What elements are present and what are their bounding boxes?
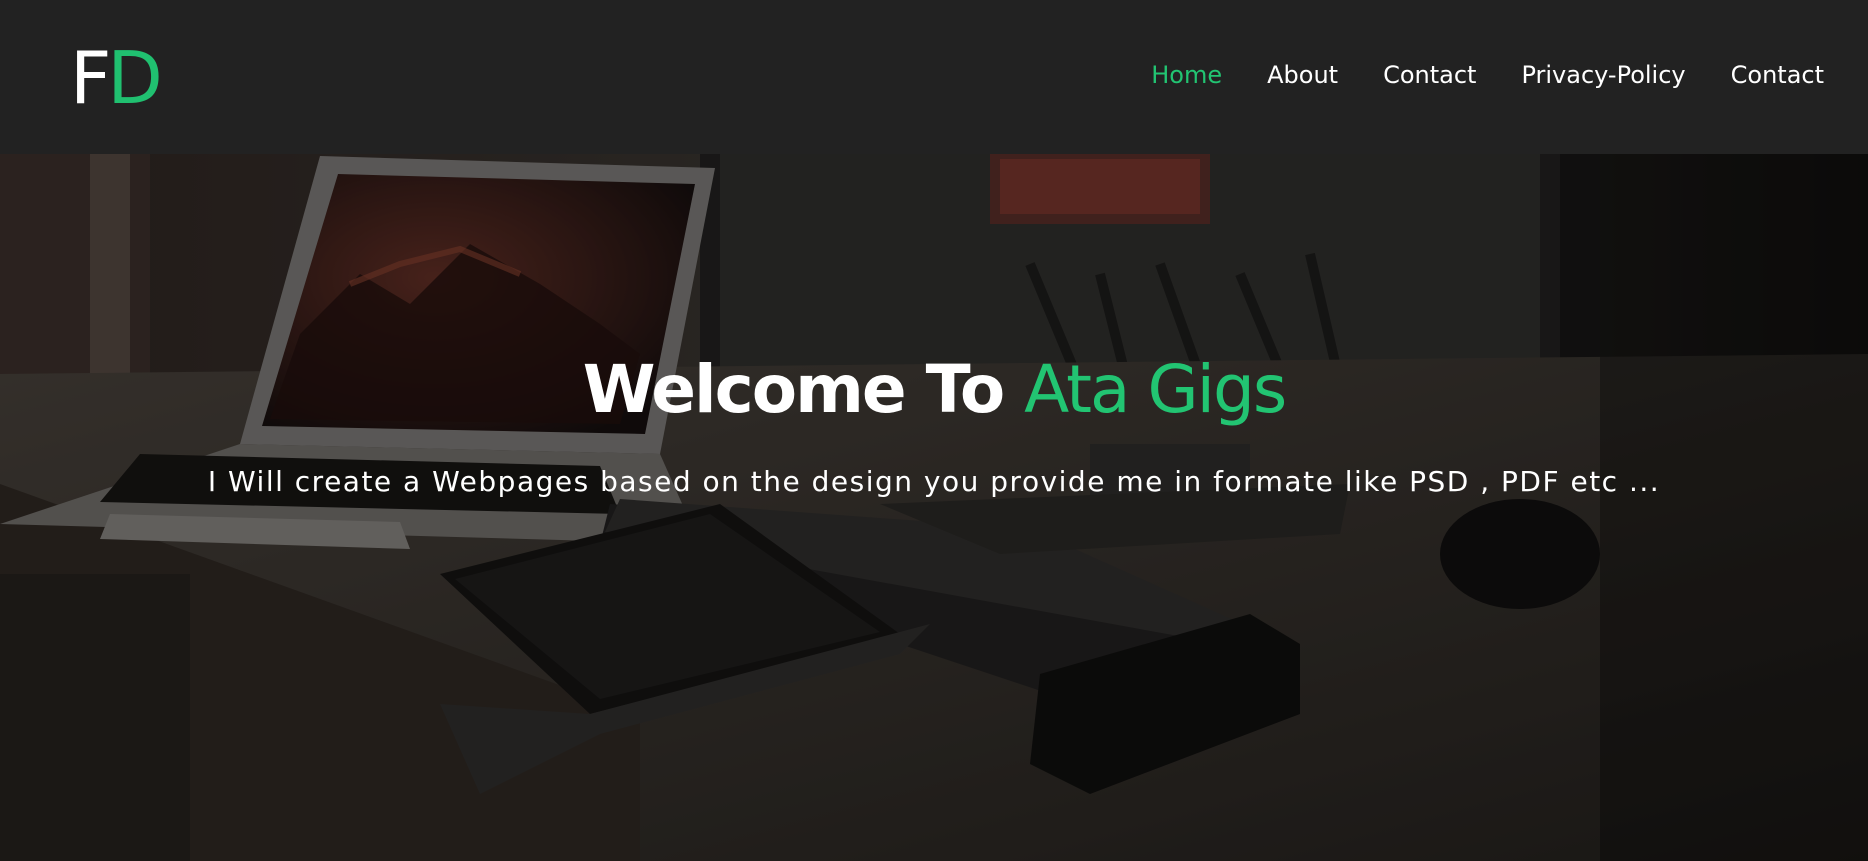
navbar: FD Home About Contact Privacy-Policy Con… [0, 0, 1868, 154]
main-nav: Home About Contact Privacy-Policy Contac… [1151, 56, 1824, 94]
hero-background-image [0, 154, 1868, 861]
hero-title: Welcome To Ata Gigs [0, 350, 1868, 430]
logo-letter-d: D [107, 36, 162, 120]
hero-title-prefix: Welcome To [582, 351, 1005, 428]
hero-subtitle: I Will create a Webpages based on the de… [207, 465, 1661, 498]
hero-title-accent: Ata Gigs [1024, 351, 1287, 428]
nav-contact-link[interactable]: Contact [1383, 56, 1476, 94]
logo-letter-f: F [70, 36, 111, 120]
nav-home-link[interactable]: Home [1151, 56, 1222, 94]
site-logo[interactable]: FD [70, 36, 163, 120]
hero-section: Welcome To Ata Gigs I Will create a Webp… [0, 154, 1868, 861]
nav-contact-link-2[interactable]: Contact [1731, 56, 1824, 94]
nav-about-link[interactable]: About [1267, 56, 1338, 94]
nav-privacy-policy-link[interactable]: Privacy-Policy [1521, 56, 1685, 94]
